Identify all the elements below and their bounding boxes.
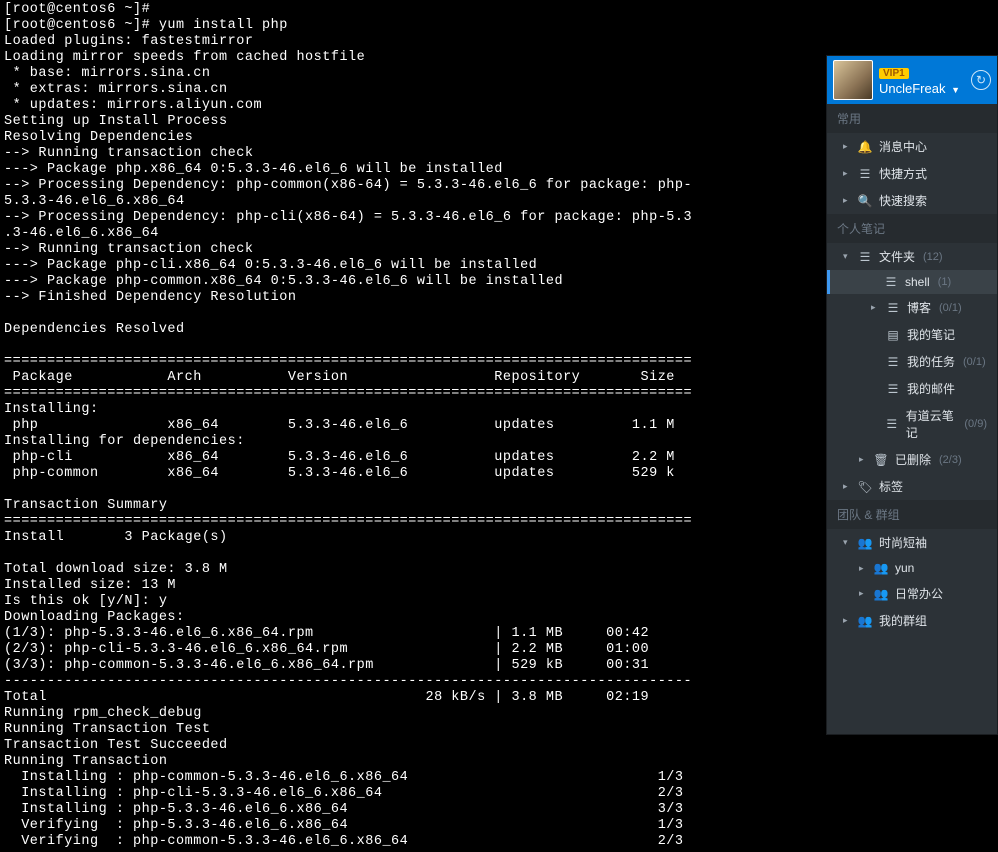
mail-icon: ☰ (885, 382, 901, 396)
nav-label: 我的任务 (907, 353, 955, 370)
chevron-down-icon: ▾ (843, 537, 851, 548)
count-badge: (1) (938, 276, 951, 288)
chevron-right-icon: ▸ (871, 302, 879, 313)
avatar[interactable] (833, 60, 873, 100)
tag-icon: 🏷 (857, 480, 873, 494)
nav-label: 我的邮件 (907, 380, 955, 397)
sidebar-panel: VIP1 UncleFreak ▼ ↻ 常用 ▸ 🔔 消息中心 ▸ ☰ 快捷方式… (826, 55, 998, 735)
nav-mail[interactable]: ☰ 我的邮件 (827, 375, 997, 402)
doc-icon: ▤ (885, 328, 901, 342)
sync-icon: ↻ (976, 73, 986, 87)
nav-team-daily[interactable]: ▸ 👥 日常办公 (827, 580, 997, 607)
chevron-right-icon: ▸ (859, 563, 867, 574)
username-dropdown[interactable]: UncleFreak ▼ (879, 81, 960, 96)
group-icon: 👥 (873, 587, 889, 601)
section-notes: 个人笔记 (827, 214, 997, 243)
sync-button[interactable]: ↻ (971, 70, 991, 90)
user-header: VIP1 UncleFreak ▼ ↻ (827, 56, 997, 104)
note-icon: ☰ (884, 417, 900, 431)
nav-tasks[interactable]: ☰ 我的任务 (0/1) (827, 348, 997, 375)
nav-shell[interactable]: ☰ shell (1) (827, 270, 997, 294)
bell-icon: 🔔 (857, 140, 873, 154)
note-icon: ☰ (885, 301, 901, 315)
nav-label: 博客 (907, 299, 931, 316)
nav-messages[interactable]: ▸ 🔔 消息中心 (827, 133, 997, 160)
trash-icon: 🗑 (873, 453, 889, 467)
nav-youdao[interactable]: ☰ 有道云笔记 (0/9) (827, 402, 997, 446)
chevron-right-icon: ▸ (843, 168, 851, 179)
count-badge: (0/1) (963, 356, 986, 368)
nav-team-yun[interactable]: ▸ 👥 yun (827, 556, 997, 580)
nav-label: yun (895, 561, 914, 575)
nav-mynotes[interactable]: ▤ 我的笔记 (827, 321, 997, 348)
count-badge: (2/3) (939, 454, 962, 466)
shortcut-icon: ☰ (857, 167, 873, 181)
search-icon: 🔍 (857, 194, 873, 208)
count-badge: (12) (923, 251, 943, 263)
nav-label: 有道云笔记 (906, 407, 957, 441)
note-icon: ☰ (883, 275, 899, 289)
chevron-right-icon: ▸ (859, 454, 867, 465)
section-common: 常用 (827, 104, 997, 133)
nav-folder[interactable]: ▾ ☰ 文件夹 (12) (827, 243, 997, 270)
nav-label: 日常办公 (895, 585, 943, 602)
count-badge: (0/1) (939, 302, 962, 314)
chevron-right-icon: ▸ (859, 588, 867, 599)
nav-team-fashion[interactable]: ▾ 👥 时尚短袖 (827, 529, 997, 556)
section-teams: 团队 & 群组 (827, 500, 997, 529)
username-label: UncleFreak (879, 81, 945, 96)
group-icon: 👥 (857, 536, 873, 550)
nav-tags[interactable]: ▸ 🏷 标签 (827, 473, 997, 500)
task-icon: ☰ (885, 355, 901, 369)
nav-blog[interactable]: ▸ ☰ 博客 (0/1) (827, 294, 997, 321)
chevron-down-icon: ▾ (843, 251, 851, 262)
group-icon: 👥 (857, 614, 873, 628)
chevron-right-icon: ▸ (843, 141, 851, 152)
nav-mygroups[interactable]: ▸ 👥 我的群组 (827, 607, 997, 634)
nav-shortcuts[interactable]: ▸ ☰ 快捷方式 (827, 160, 997, 187)
nav-label: 消息中心 (879, 138, 927, 155)
nav-trash[interactable]: ▸ 🗑 已删除 (2/3) (827, 446, 997, 473)
chevron-right-icon: ▸ (843, 481, 851, 492)
nav-label: 我的笔记 (907, 326, 955, 343)
nav-search[interactable]: ▸ 🔍 快速搜索 (827, 187, 997, 214)
chevron-right-icon: ▸ (843, 615, 851, 626)
chevron-down-icon: ▼ (951, 85, 960, 95)
count-badge: (0/9) (964, 418, 987, 430)
nav-label: shell (905, 275, 930, 289)
nav-label: 标签 (879, 478, 903, 495)
nav-label: 已删除 (895, 451, 931, 468)
nav-label: 我的群组 (879, 612, 927, 629)
vip-badge: VIP1 (879, 68, 909, 79)
group-icon: 👥 (873, 561, 889, 575)
folder-icon: ☰ (857, 250, 873, 264)
chevron-right-icon: ▸ (843, 195, 851, 206)
nav-label: 文件夹 (879, 248, 915, 265)
nav-label: 快捷方式 (879, 165, 927, 182)
nav-label: 快速搜索 (879, 192, 927, 209)
nav-label: 时尚短袖 (879, 534, 927, 551)
